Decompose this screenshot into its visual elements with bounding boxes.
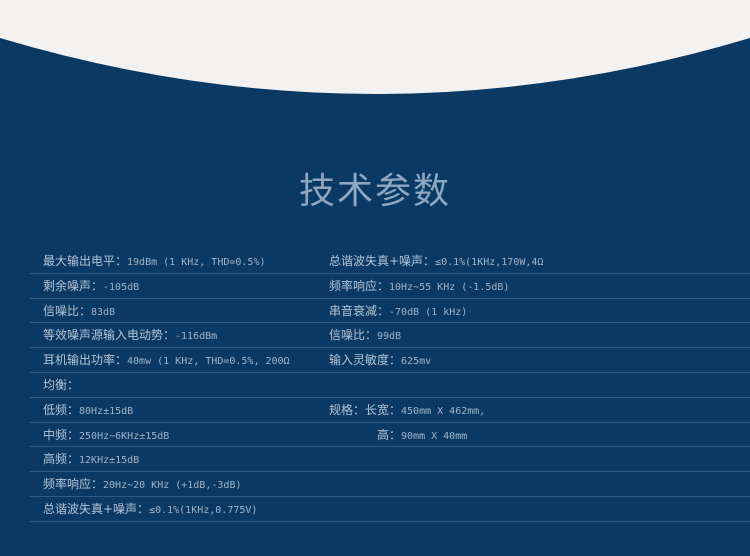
spec-label: 低频： — [43, 402, 80, 417]
page-title: 技术参数 — [298, 171, 451, 212]
spec-label: 耳机输出功率： — [43, 353, 128, 368]
spec-label: 高频： — [43, 452, 80, 467]
spec-row: 信噪比：83dB — [30, 299, 318, 324]
spec-row: 耳机输出功率：40mw (1 KHz, THD=0.5%, 200Ω — [30, 348, 318, 373]
spec-label: 等效噪声源输入电动势： — [43, 328, 176, 343]
spec-label: 均衡： — [43, 377, 80, 392]
spec-row: 频率响应：20Hz~20 KHz (+1dB,-3dB) — [30, 472, 318, 497]
spec-label: 输入灵敏度： — [329, 353, 402, 368]
spec-row: 最大输出电平：19dBm (1 KHz, THD=0.5%) — [30, 249, 318, 274]
spec-label: 频率响应： — [43, 477, 104, 492]
spec-label: 总谐波失真+噪声： — [43, 501, 150, 516]
spec-value: 80Hz±15dB — [79, 405, 134, 417]
spec-label: 频率响应： — [329, 278, 390, 293]
spec-label: 高： — [377, 427, 402, 442]
spec-value: 20Hz~20 KHz (+1dB,-3dB) — [103, 480, 242, 492]
spec-value: 40mw (1 KHz, THD=0.5%, 200Ω — [127, 356, 290, 368]
spec-label: 规格：长宽： — [329, 402, 402, 417]
spec-row: 高：90mm X 40mm — [318, 423, 750, 448]
spec-row — [318, 497, 750, 522]
spec-label: 总谐波失真+噪声： — [329, 254, 436, 268]
spec-row: 等效噪声源输入电动势：-116dBm — [30, 323, 318, 349]
spec-label: 信噪比： — [329, 328, 378, 343]
spec-row — [318, 447, 750, 473]
spec-list-right: 总谐波失真+噪声：≤0.1%(1KHz,170W,4Ω 频率响应：10Hz~55 … — [318, 249, 750, 522]
spec-row — [318, 373, 750, 398]
spec-list-left: 最大输出电平：19dBm (1 KHz, THD=0.5%) 剩余噪声：-105d… — [30, 249, 318, 522]
spec-row: 串音衰减：-70dB (1 kHz) — [318, 299, 750, 324]
spec-value: ≤0.1%(1KHz,0.775V) — [149, 504, 258, 516]
spec-row: 剩余噪声：-105dB — [30, 274, 318, 299]
spec-label: 剩余噪声： — [43, 278, 104, 293]
spec-value: -116dBm — [175, 331, 218, 343]
spec-value: 625mv — [401, 356, 432, 368]
spec-value: -105dB — [103, 281, 140, 293]
spec-label: 最大输出电平： — [43, 254, 128, 268]
spec-label: 串音衰减： — [329, 303, 390, 318]
spec-value: ≤0.1%(1KHz,170W,4Ω — [435, 257, 544, 268]
spec-value: 90mm X 40mm — [401, 430, 468, 442]
spec-label: 中频： — [43, 427, 80, 442]
spec-row: 高频：12KHz±15dB — [30, 447, 318, 473]
spec-row: 输入灵敏度：625mv — [318, 348, 750, 373]
spec-value: -70dB (1 kHz) — [389, 306, 468, 318]
spec-row: 中频：250Hz~6KHz±15dB — [30, 423, 318, 448]
spec-row: 均衡： — [30, 373, 318, 398]
spec-row — [318, 472, 750, 497]
spec-label: 信噪比： — [43, 303, 92, 318]
spec-value: 83dB — [91, 306, 116, 318]
spec-value: 250Hz~6KHz±15dB — [79, 430, 170, 442]
spec-value: 10Hz~55 KHz (-1.5dB) — [389, 281, 510, 293]
spec-value: 99dB — [377, 331, 402, 343]
spec-row: 频率响应：10Hz~55 KHz (-1.5dB) — [318, 274, 750, 299]
spec-value: 19dBm (1 KHz, THD=0.5%) — [127, 257, 266, 268]
spec-row: 总谐波失真+噪声：≤0.1%(1KHz,170W,4Ω — [318, 249, 750, 274]
spec-row: 总谐波失真+噪声：≤0.1%(1KHz,0.775V) — [30, 497, 318, 522]
spec-value: 12KHz±15dB — [79, 455, 140, 467]
spec-row: 规格：长宽：450mm X 462mm, — [318, 398, 750, 423]
spec-row: 信噪比：99dB — [318, 323, 750, 349]
top-arc-decoration — [0, 0, 750, 94]
spec-value: 450mm X 462mm, — [401, 405, 486, 417]
spec-row: 低频：80Hz±15dB — [30, 398, 318, 423]
